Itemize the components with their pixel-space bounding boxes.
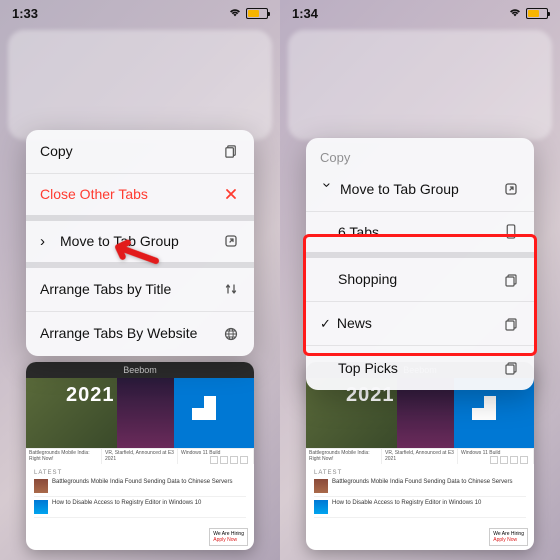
open-external-icon xyxy=(502,182,520,196)
chevron-right-icon: › xyxy=(40,233,54,250)
battery-icon xyxy=(246,8,268,19)
background-widgets xyxy=(288,30,552,140)
clock: 1:34 xyxy=(292,6,318,21)
tab-site-name: Beebom xyxy=(26,362,254,378)
tabs-icon xyxy=(502,273,520,287)
tab-body: LATEST Battlegrounds Mobile India Found … xyxy=(26,464,254,527)
status-icons xyxy=(508,8,548,19)
sort-icon xyxy=(222,282,240,296)
copy-icon xyxy=(222,144,240,159)
checkmark-icon: ✓ xyxy=(320,316,331,332)
menu-move-to-tab-group-expanded[interactable]: › Move to Tab Group xyxy=(306,168,534,212)
menu-group-news[interactable]: ✓ News xyxy=(306,302,534,346)
tabs-icon xyxy=(502,361,520,375)
device-icon xyxy=(502,224,520,239)
globe-icon xyxy=(222,327,240,341)
battery-icon xyxy=(526,8,548,19)
tab-preview-card[interactable]: Beebom 2021 Battlegrounds Mobile India: … xyxy=(26,362,254,550)
wifi-icon xyxy=(508,8,522,18)
clock: 1:33 xyxy=(12,6,38,21)
hiring-box: We Are HiringApply Now xyxy=(489,528,528,546)
open-external-icon xyxy=(222,234,240,248)
menu-six-tabs[interactable]: 6 Tabs xyxy=(306,212,534,259)
background-widgets xyxy=(8,30,272,140)
menu-copy-background: Copy xyxy=(306,138,534,168)
phone-left: 1:33 Copy Close Other Tabs › Move to Tab… xyxy=(0,0,280,560)
phone-right: 1:34 Copy › Move to Tab Group 6 Tabs Sho… xyxy=(280,0,560,560)
menu-arrange-by-website[interactable]: Arrange Tabs By Website xyxy=(26,312,254,356)
tab-body: LATEST Battlegrounds Mobile India Found … xyxy=(306,464,534,527)
wifi-icon xyxy=(228,8,242,18)
close-icon xyxy=(222,187,240,201)
chevron-down-icon: › xyxy=(319,182,336,196)
status-icons xyxy=(228,8,268,19)
tabs-icon xyxy=(502,317,520,331)
menu-close-other-tabs[interactable]: Close Other Tabs xyxy=(26,174,254,221)
tab-group-submenu: Copy › Move to Tab Group 6 Tabs Shopping… xyxy=(306,138,534,390)
hiring-box: We Are HiringApply Now xyxy=(209,528,248,546)
menu-copy[interactable]: Copy xyxy=(26,130,254,174)
tab-preview-card[interactable]: Beebom 2021 Battlegrounds Mobile India: … xyxy=(306,362,534,550)
menu-group-shopping[interactable]: Shopping xyxy=(306,258,534,302)
menu-group-top-picks[interactable]: Top Picks xyxy=(306,346,534,390)
status-bar: 1:34 xyxy=(280,0,560,26)
tab-hero-image: 2021 xyxy=(26,378,254,448)
status-bar: 1:33 xyxy=(0,0,280,26)
